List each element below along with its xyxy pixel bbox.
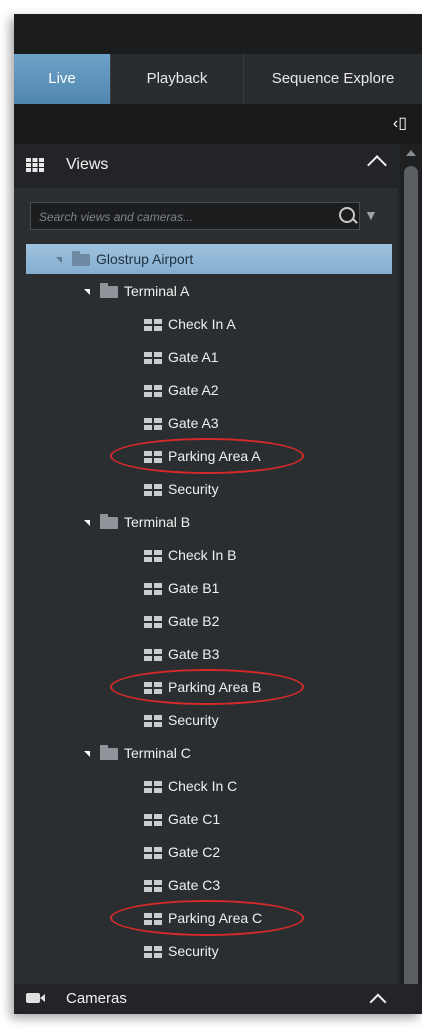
search-icon[interactable] [339,207,355,223]
views-title: Views [66,156,109,173]
toolbar-strip: ‹▯ [14,104,422,144]
tree-view-label: Gate A2 [168,382,219,398]
tree-view-label: Gate B1 [168,580,220,596]
tree-view-item[interactable]: Gate B3 [144,639,219,669]
tree-node-terminal-b[interactable]: Terminal B [84,507,190,537]
tree-view-item[interactable]: Gate A2 [144,375,219,405]
collapse-views-chevron-icon[interactable] [367,155,387,175]
view-layout-icon [144,550,162,563]
tab-playback[interactable]: Playback [111,54,244,104]
tree-node-label: Glostrup Airport [96,251,194,267]
tree-node-root[interactable]: Glostrup Airport [26,244,392,274]
view-layout-icon [144,913,162,926]
scroll-up-arrow-icon[interactable] [406,150,416,156]
tree-view-item[interactable]: Check In B [144,540,236,570]
view-layout-icon [144,451,162,464]
tree-view-label: Security [168,712,219,728]
expand-arrow-icon[interactable] [84,751,90,758]
folder-icon [72,251,90,267]
view-layout-icon [144,715,162,728]
view-layout-icon [144,649,162,662]
tree-node-label: Terminal A [124,283,190,299]
tree-view-item[interactable]: Gate C1 [144,804,220,834]
view-layout-icon [144,682,162,695]
view-layout-icon [144,880,162,893]
expand-cameras-chevron-icon[interactable] [369,993,387,1011]
expand-arrow-icon[interactable] [84,520,90,527]
view-layout-icon [144,385,162,398]
view-layout-icon [144,616,162,629]
view-layout-icon [144,484,162,497]
tree-view-item[interactable]: Gate B1 [144,573,219,603]
camera-icon [26,993,45,1003]
tree-view-item[interactable]: Security [144,474,219,504]
workspace-tabs: Live Playback Sequence Explore [14,54,422,104]
tree-view-label: Check In C [168,778,238,794]
tree-view-label: Security [168,481,219,497]
tree-view-label: Gate C1 [168,811,221,827]
tree-view-item[interactable]: Gate B2 [144,606,219,636]
folder-icon [100,283,118,299]
view-layout-icon [144,319,162,332]
view-layout-icon [144,847,162,860]
views-pane: Views ▼ Glostrup Airport Terminal A Chec… [14,144,398,1014]
tree-view-item[interactable]: Parking Area B [144,672,261,702]
tree-node-label: Terminal B [124,514,191,530]
tree-view-label: Parking Area B [168,679,262,695]
view-layout-icon [144,352,162,365]
tree-view-item[interactable]: Parking Area C [144,903,262,933]
tree-view-label: Gate C2 [168,844,221,860]
expand-arrow-icon[interactable] [84,289,90,296]
views-header[interactable]: Views [14,144,398,188]
filter-icon[interactable]: ▼ [364,206,382,224]
tab-sequence-explorer[interactable]: Sequence Explore [244,54,422,104]
views-search-box [30,202,360,230]
tree-view-item[interactable]: Gate C3 [144,870,220,900]
tree-view-label: Check In A [168,316,236,332]
expand-arrow-icon[interactable] [56,257,62,264]
cameras-title: Cameras [66,990,127,1007]
tree-view-item[interactable]: Security [144,705,219,735]
tree-node-label: Terminal C [124,745,191,761]
folder-icon [100,745,118,761]
tree-view-label: Security [168,943,219,959]
tree-view-label: Gate A3 [168,415,219,431]
tree-view-label: Gate B2 [168,613,220,629]
tree-view-label: Gate B3 [168,646,220,662]
tree-view-label: Gate C3 [168,877,221,893]
tree-view-item[interactable]: Check In A [144,309,236,339]
tree-view-item[interactable]: Parking Area A [144,441,261,471]
view-layout-icon [144,814,162,827]
tree-node-terminal-c[interactable]: Terminal C [84,738,191,768]
tree-view-label: Parking Area A [168,448,261,464]
tree-view-item[interactable]: Gate A1 [144,342,219,372]
tree-view-item[interactable]: Gate C2 [144,837,220,867]
view-layout-icon [144,781,162,794]
tree-view-item[interactable]: Check In C [144,771,237,801]
view-layout-icon [144,946,162,959]
tree-node-terminal-a[interactable]: Terminal A [84,276,189,306]
vertical-scrollbar[interactable] [400,144,422,1014]
scrollbar-thumb[interactable] [404,166,418,1006]
view-layout-icon [144,583,162,596]
cameras-header[interactable]: Cameras [14,984,422,1014]
search-views-input[interactable] [37,206,331,228]
tab-live[interactable]: Live [14,54,111,104]
tree-view-item[interactable]: Gate A3 [144,408,219,438]
tree-view-item[interactable]: Security [144,936,219,966]
grid-icon [26,158,44,172]
collapse-pane-icon[interactable]: ‹▯ [388,112,412,136]
tree-view-label: Check In B [168,547,237,563]
tree-view-label: Gate A1 [168,349,219,365]
title-bar [14,14,422,54]
tree-view-label: Parking Area C [168,910,263,926]
folder-icon [100,514,118,530]
view-layout-icon [144,418,162,431]
smart-client-window: Live Playback Sequence Explore ‹▯ Views … [14,14,422,1014]
